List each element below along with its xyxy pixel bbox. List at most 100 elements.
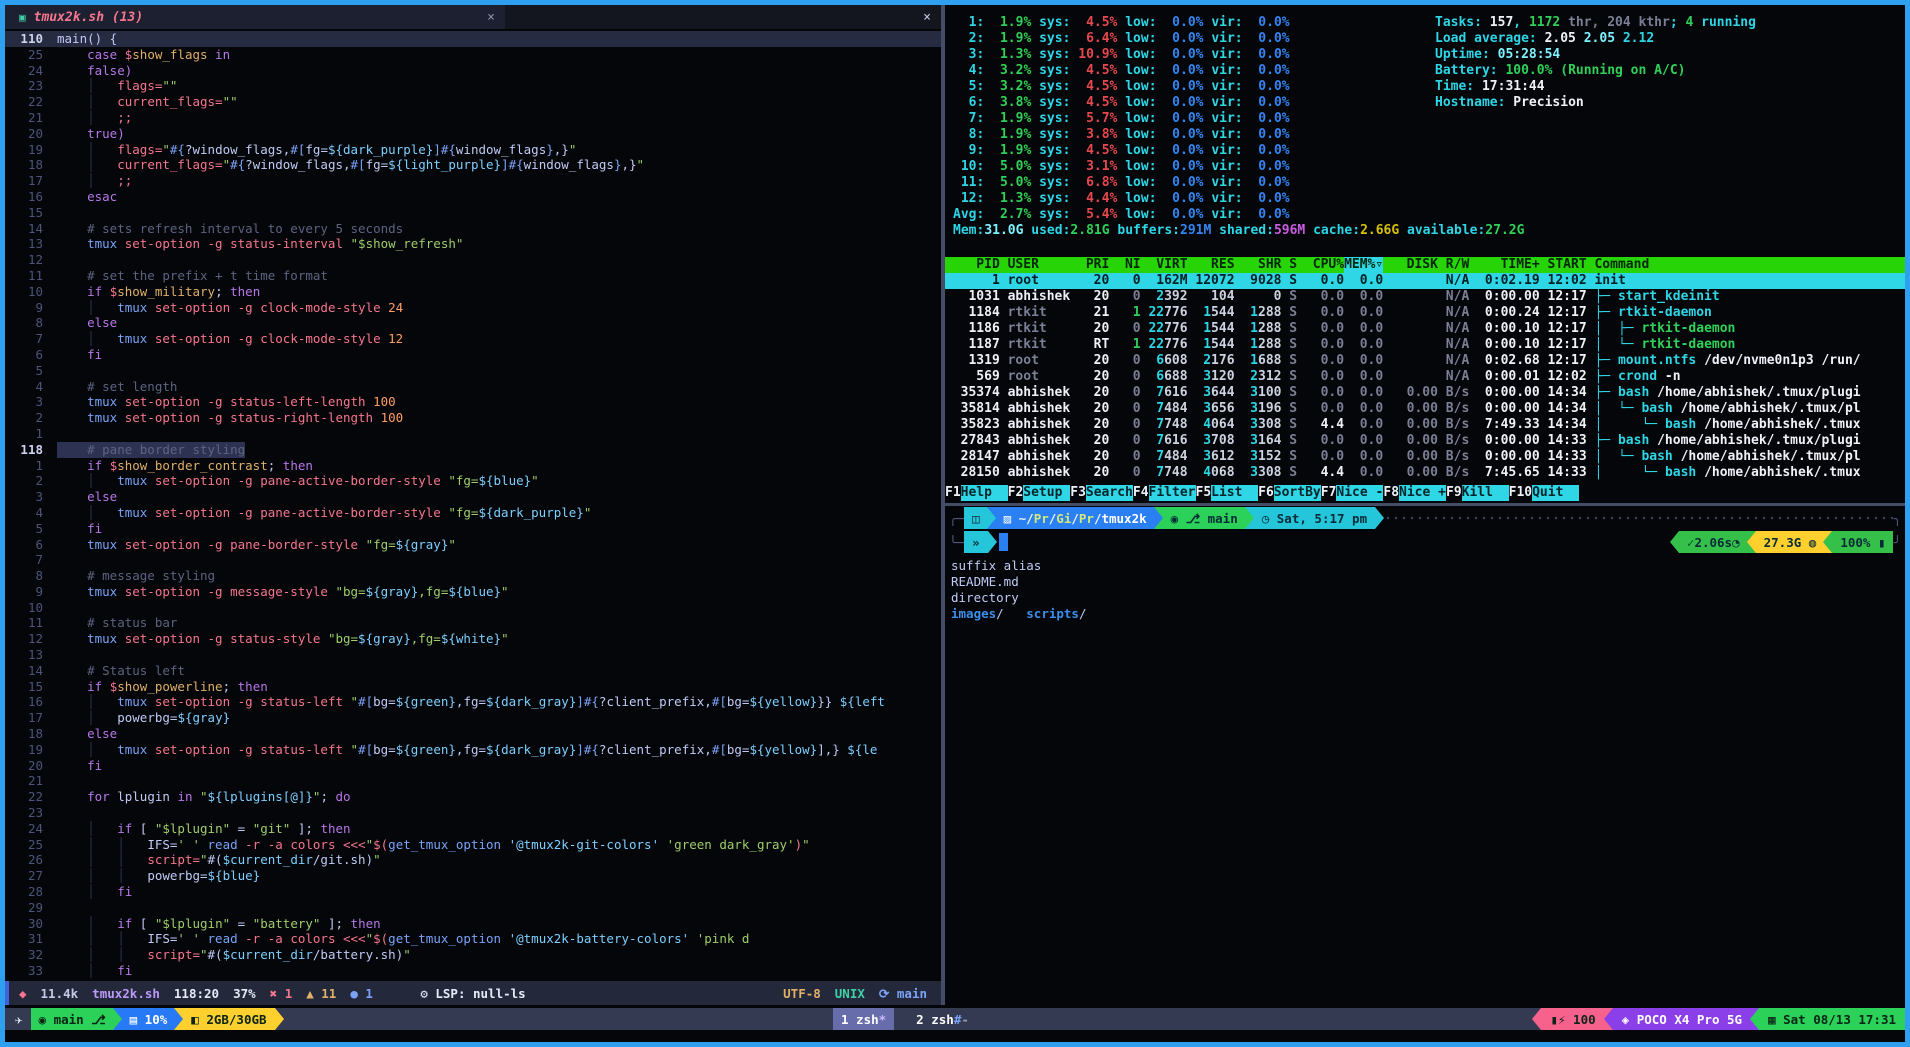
process-row[interactable]: 28150abhishek200774840683308S4.40.00.00 … [945,465,1905,481]
code-line[interactable]: 25 case $show_flags in [5,47,941,63]
code-line[interactable]: 1 [5,426,941,442]
code-line[interactable]: 20 true) [5,126,941,142]
code-line[interactable]: 110main() { [5,31,941,47]
process-row[interactable]: 1031abhishek20023921040S0.00.0N/A0:00.00… [945,289,1905,305]
code-line[interactable]: 16 │ tmux set-option -g status-left "#[b… [5,694,941,710]
process-row[interactable]: 1root200162M120729028S0.00.0N/A0:02.1912… [945,273,1905,289]
code-line[interactable]: 8 # message styling [5,568,941,584]
code-line[interactable]: 3 tmux set-option -g status-left-length … [5,394,941,410]
process-row[interactable]: 569root200668831202312S0.00.0N/A0:00.011… [945,369,1905,385]
code-line[interactable]: 6 fi [5,347,941,363]
fn-key-f4[interactable]: F4Filter [1133,485,1196,501]
code-line[interactable]: 21 │ ;; [5,110,941,126]
code-line[interactable]: 11 # status bar [5,615,941,631]
code-line[interactable]: 10 if $show_military; then [5,284,941,300]
code-line[interactable]: 1 if $show_border_contrast; then [5,458,941,474]
process-row[interactable]: 27843abhishek200761637083164S0.00.00.00 … [945,433,1905,449]
code-line[interactable]: 30 │ if [ "$lplugin" = "battery" ]; then [5,916,941,932]
column-header-mem[interactable]: MEM%▿ [1344,257,1383,273]
code-line[interactable]: 17 │ powerbg=${gray} [5,710,941,726]
window-tab-active[interactable]: 1 zsh* [833,1008,894,1030]
code-line[interactable]: 18 │ current_flags="#{?window_flags,#[fg… [5,157,941,173]
fn-key-f3[interactable]: F3Search [1070,485,1133,501]
process-row[interactable]: 35823abhishek200774840643308S4.40.00.00 … [945,417,1905,433]
code-line[interactable]: 9 tmux set-option -g message-style "bg=$… [5,584,941,600]
code-line[interactable]: 33 │ fi [5,963,941,979]
code-line[interactable]: 4 │ tmux set-option -g pane-active-borde… [5,505,941,521]
code-line[interactable]: 15 [5,205,941,221]
code-line[interactable]: 27 │ │ powerbg=${blue} [5,868,941,884]
process-row[interactable]: 35374abhishek200761636443100S0.00.00.00 … [945,385,1905,401]
column-header-res[interactable]: RES [1188,257,1235,273]
code-line[interactable]: 19 │ flags="#{?window_flags,#[fg=${dark_… [5,142,941,158]
table-header[interactable]: PID USERPRINIVIRTRESSHRSCPU%MEM%▿DISK R/W… [945,257,1905,273]
code-line[interactable]: 118 # pane border styling [5,442,941,458]
code-line[interactable]: 22 │ current_flags="" [5,94,941,110]
column-header-user[interactable]: USER [1008,257,1078,273]
column-header-cmd[interactable]: Command [1594,257,1649,273]
code-line[interactable]: 24 false) [5,63,941,79]
code-line[interactable]: 10 [5,600,941,616]
code-line[interactable]: 6 tmux set-option -g pane-border-style "… [5,537,941,553]
code-line[interactable]: 18 else [5,726,941,742]
code-line[interactable]: 28 │ fi [5,884,941,900]
column-header-virt[interactable]: VIRT [1141,257,1188,273]
fn-key-f7[interactable]: F7Nice - [1321,485,1384,501]
process-row[interactable]: 1186rtkit2002277615441288S0.00.0N/A0:00.… [945,321,1905,337]
code-line[interactable]: 26 │ │ script="#($current_dir/git.sh)" [5,852,941,868]
process-row[interactable]: 1319root200660821761688S0.00.0N/A0:02.68… [945,353,1905,369]
code-line[interactable]: 20 fi [5,758,941,774]
code-line[interactable]: 13 tmux set-option -g status-interval "$… [5,236,941,252]
column-header-ni[interactable]: NI [1109,257,1140,273]
fn-key-f6[interactable]: F6SortBy [1258,485,1321,501]
code-buffer[interactable]: 110main() {25 case $show_flags in24 fals… [5,29,941,979]
code-line[interactable]: 14 # sets refresh interval to every 5 se… [5,221,941,237]
code-line[interactable]: 17 │ ;; [5,173,941,189]
code-line[interactable]: 11 # set the prefix + t time format [5,268,941,284]
code-line[interactable]: 5 fi [5,521,941,537]
code-line[interactable]: 7 [5,552,941,568]
column-header-pid[interactable]: PID [945,257,1000,273]
code-line[interactable]: 25 │ │ IFS=' ' read -r -a colors <<<"$(g… [5,837,941,853]
fn-key-f8[interactable]: F8Nice + [1383,485,1446,501]
code-line[interactable]: 12 [5,252,941,268]
column-header-start[interactable]: START [1540,257,1587,273]
editor-tab-active[interactable]: ▣ tmux2k.sh (13) × [5,5,505,29]
code-line[interactable]: 29 [5,900,941,916]
column-header-s[interactable]: S [1281,257,1297,273]
code-line[interactable]: 22 for lplugin in "${lplugins[@]}"; do [5,789,941,805]
process-row[interactable]: 35814abhishek200748436563196S0.00.00.00 … [945,401,1905,417]
terminal-pane[interactable]: ╭─◫▨ ~/Pr/Gi/Pr/tmux2k◉ ⎇ main◷ Sat, 5:1… [945,506,1905,1005]
column-header-time[interactable]: TIME+ [1469,257,1539,273]
code-line[interactable]: 23 │ flags="" [5,78,941,94]
window-tab[interactable]: 2 zsh#- [908,1008,977,1030]
code-line[interactable]: 9 │ tmux set-option -g clock-mode-style … [5,300,941,316]
code-line[interactable]: 15 if $show_powerline; then [5,679,941,695]
fn-key-f10[interactable]: F10Quit [1509,485,1579,501]
column-header-cpu[interactable]: CPU% [1297,257,1344,273]
fn-key-f1[interactable]: F1Help [945,485,1008,501]
code-line[interactable]: 13 [5,647,941,663]
code-line[interactable]: 4 # set length [5,379,941,395]
code-line[interactable]: 2 │ tmux set-option -g pane-active-borde… [5,473,941,489]
process-row[interactable]: 1184rtkit2112277615441288S0.00.0N/A0:00.… [945,305,1905,321]
code-line[interactable]: 8 else [5,315,941,331]
column-header-shr[interactable]: SHR [1235,257,1282,273]
code-line[interactable]: 23 [5,805,941,821]
tabline-close-icon[interactable]: × [923,10,931,25]
column-header-disk[interactable]: DISK R/W [1383,257,1469,273]
process-row[interactable]: 28147abhishek200748436123152S0.00.00.00 … [945,449,1905,465]
code-line[interactable]: 5 [5,363,941,379]
fn-key-f5[interactable]: F5List [1196,485,1259,501]
code-line[interactable]: 12 tmux set-option -g status-style "bg=$… [5,631,941,647]
fn-key-f9[interactable]: F9Kill [1446,485,1509,501]
code-line[interactable]: 16 esac [5,189,941,205]
fn-key-f2[interactable]: F2Setup [1008,485,1071,501]
tab-close-icon[interactable]: × [487,10,495,25]
code-line[interactable]: 2 tmux set-option -g status-right-length… [5,410,941,426]
code-line[interactable]: 24 │ if [ "$lplugin" = "git" ]; then [5,821,941,837]
column-header-pri[interactable]: PRI [1078,257,1109,273]
code-line[interactable]: 21 [5,773,941,789]
code-line[interactable]: 3 else [5,489,941,505]
code-line[interactable]: 14 # Status left [5,663,941,679]
